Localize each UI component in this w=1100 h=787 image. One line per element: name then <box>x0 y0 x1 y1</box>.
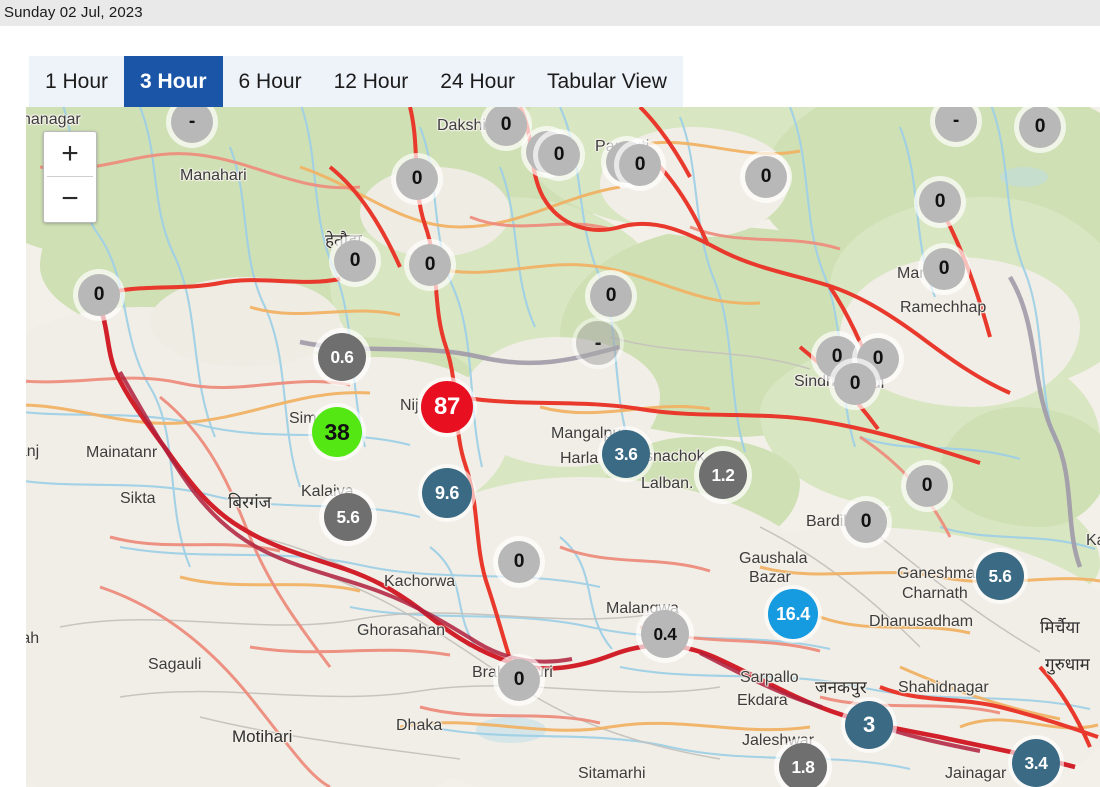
station-marker[interactable]: 0 <box>906 465 948 507</box>
place-label: Charnath <box>902 585 968 603</box>
place-label: Dhanusadham <box>869 613 973 631</box>
station-marker[interactable]: 87 <box>421 381 473 433</box>
place-label: Nij <box>400 397 419 415</box>
place-label: Bazar <box>749 569 791 587</box>
page-header: Sunday 02 Jul, 2023 <box>0 0 1100 26</box>
station-marker[interactable]: 3.6 <box>602 430 650 478</box>
rainfall-map[interactable]: nanagarManahariDakshirPanautiहेतौडाMan· … <box>0 107 1100 787</box>
tab-3-hour[interactable]: 3 Hour <box>124 56 223 107</box>
zoom-out-button[interactable]: − <box>44 177 96 221</box>
station-marker[interactable]: 0 <box>334 240 376 282</box>
place-label: Manahari <box>180 167 247 185</box>
place-label: nanagar <box>22 111 81 129</box>
place-label: Mainatanr <box>86 444 157 462</box>
place-label: Ramechhap <box>900 299 986 317</box>
place-label: Jainagar <box>945 765 1006 783</box>
place-label: बिरगंज <box>228 490 271 513</box>
station-marker[interactable]: 0 <box>396 158 438 200</box>
station-marker[interactable]: 5.6 <box>976 552 1024 600</box>
station-marker[interactable]: 0 <box>923 248 965 290</box>
place-label: Gaushala <box>739 550 808 568</box>
place-label: Ka <box>1086 532 1100 550</box>
place-label: Ekdara <box>737 692 788 710</box>
map-canvas: nanagarManahariDakshirPanautiहेतौडाMan· … <box>0 107 1100 787</box>
tab-1-hour[interactable]: 1 Hour <box>29 56 124 107</box>
station-marker[interactable]: 0 <box>745 156 787 198</box>
station-marker[interactable]: 3 <box>845 701 893 749</box>
header-date: Sunday 02 Jul, 2023 <box>4 4 143 21</box>
place-label: Sagauli <box>148 656 201 674</box>
weather-rainfall-map-page: Sunday 02 Jul, 2023 <box>0 0 1100 787</box>
station-marker[interactable]: 0 <box>409 244 451 286</box>
place-label: Dhaka <box>396 717 442 735</box>
station-marker[interactable]: 9.6 <box>422 468 472 518</box>
station-marker[interactable]: 5.6 <box>324 493 372 541</box>
station-marker[interactable]: 0.4 <box>641 610 689 658</box>
station-marker[interactable]: 0 <box>834 363 876 405</box>
place-label: Harla <box>560 450 598 468</box>
station-marker[interactable]: 0 <box>538 134 580 176</box>
place-label: snachok <box>645 448 705 466</box>
tab-12-hour[interactable]: 12 Hour <box>318 56 425 107</box>
station-marker[interactable]: - <box>576 321 620 365</box>
place-label: Dakshir <box>437 117 491 135</box>
station-marker[interactable]: 0 <box>498 659 540 701</box>
place-label: Motihari <box>232 727 292 747</box>
place-label: Lalban. <box>641 475 694 493</box>
station-marker[interactable]: 16.4 <box>768 589 818 639</box>
place-label: Kachorwa <box>384 573 455 591</box>
duration-tab-bar[interactable]: 1 Hour3 Hour6 Hour12 Hour24 HourTabular … <box>29 56 683 107</box>
station-marker[interactable]: 0 <box>78 274 120 316</box>
station-marker[interactable]: 0 <box>498 541 540 583</box>
place-label: Sarpallo <box>740 669 799 687</box>
map-zoom-control[interactable]: + − <box>43 131 97 223</box>
tab-tabular-view[interactable]: Tabular View <box>531 56 683 107</box>
place-label: मिर्चैया <box>1040 615 1080 638</box>
station-marker[interactable]: 3.4 <box>1012 739 1060 787</box>
place-label: Sitamarhi <box>578 765 646 783</box>
station-marker[interactable]: 0 <box>619 144 661 186</box>
tab-6-hour[interactable]: 6 Hour <box>223 56 318 107</box>
tab-24-hour[interactable]: 24 Hour <box>424 56 531 107</box>
station-marker[interactable]: 0.6 <box>318 333 366 381</box>
map-left-gutter <box>0 107 26 787</box>
station-marker[interactable]: 0 <box>590 275 632 317</box>
station-marker[interactable]: 0 <box>919 181 961 223</box>
place-label: गुरुधाम <box>1045 652 1090 675</box>
zoom-in-button[interactable]: + <box>44 132 96 176</box>
place-label: Sikta <box>120 490 156 508</box>
station-marker[interactable]: 38 <box>312 407 362 457</box>
station-marker[interactable]: 0 <box>1019 107 1061 148</box>
place-label: जनकपुर <box>815 675 867 698</box>
place-label: Shahidnagar <box>898 679 989 697</box>
place-label: Ganeshman <box>897 565 984 583</box>
place-label: Ghorasahan <box>357 622 445 640</box>
station-marker[interactable]: 0 <box>845 501 887 543</box>
station-marker[interactable]: 1.8 <box>779 743 827 787</box>
station-marker[interactable]: 1.2 <box>699 451 747 499</box>
